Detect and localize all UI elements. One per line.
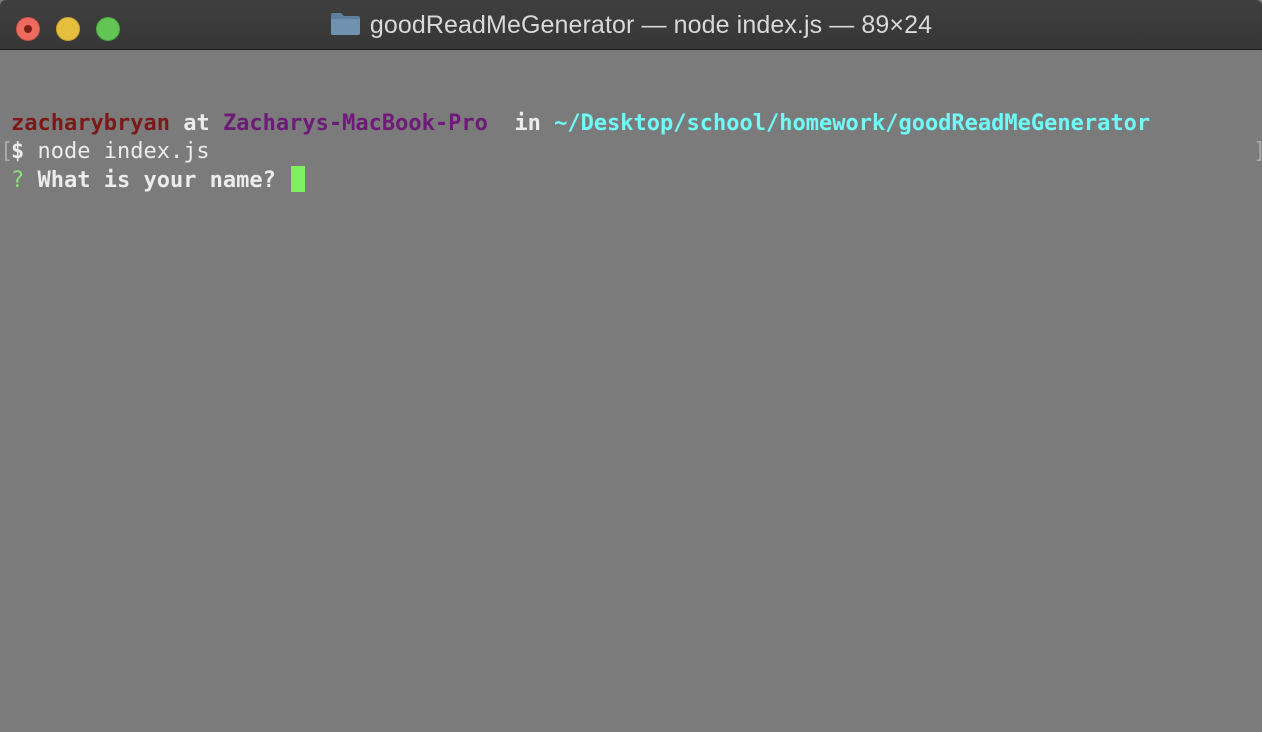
question-text: What is your name? (24, 168, 290, 193)
terminal-content[interactable]: zacharybryan at Zacharys-MacBook-Pro in … (0, 51, 1262, 732)
question-line: ? What is your name? (11, 166, 306, 194)
text-cursor[interactable] (291, 166, 306, 192)
window-title-text: goodReadMeGenerator — node index.js — 89… (369, 10, 933, 39)
prompt-host: Zacharys-MacBook-Pro (222, 111, 488, 136)
title-bar[interactable]: goodReadMeGenerator — node index.js — 89… (0, 0, 1262, 50)
shell-prompt-line: zacharybryan at Zacharys-MacBook-Pro in … (11, 110, 1150, 138)
window-title: goodReadMeGenerator — node index.js — 89… (0, 0, 1262, 50)
question-marker: ? (11, 168, 25, 193)
command-text: node index.js (24, 139, 210, 164)
mark-bracket-right: ] (1253, 138, 1262, 166)
prompt-in: in (487, 111, 555, 136)
prompt-symbol: $ (11, 139, 25, 164)
command-line: $ node index.js (11, 138, 210, 166)
prompt-user: zacharybryan (11, 111, 170, 136)
prompt-path: ~/Desktop/school/homework/goodReadMeGene… (554, 111, 1151, 136)
folder-icon (330, 13, 360, 35)
terminal-window: goodReadMeGenerator — node index.js — 89… (0, 0, 1262, 732)
prompt-at: at (169, 111, 223, 136)
